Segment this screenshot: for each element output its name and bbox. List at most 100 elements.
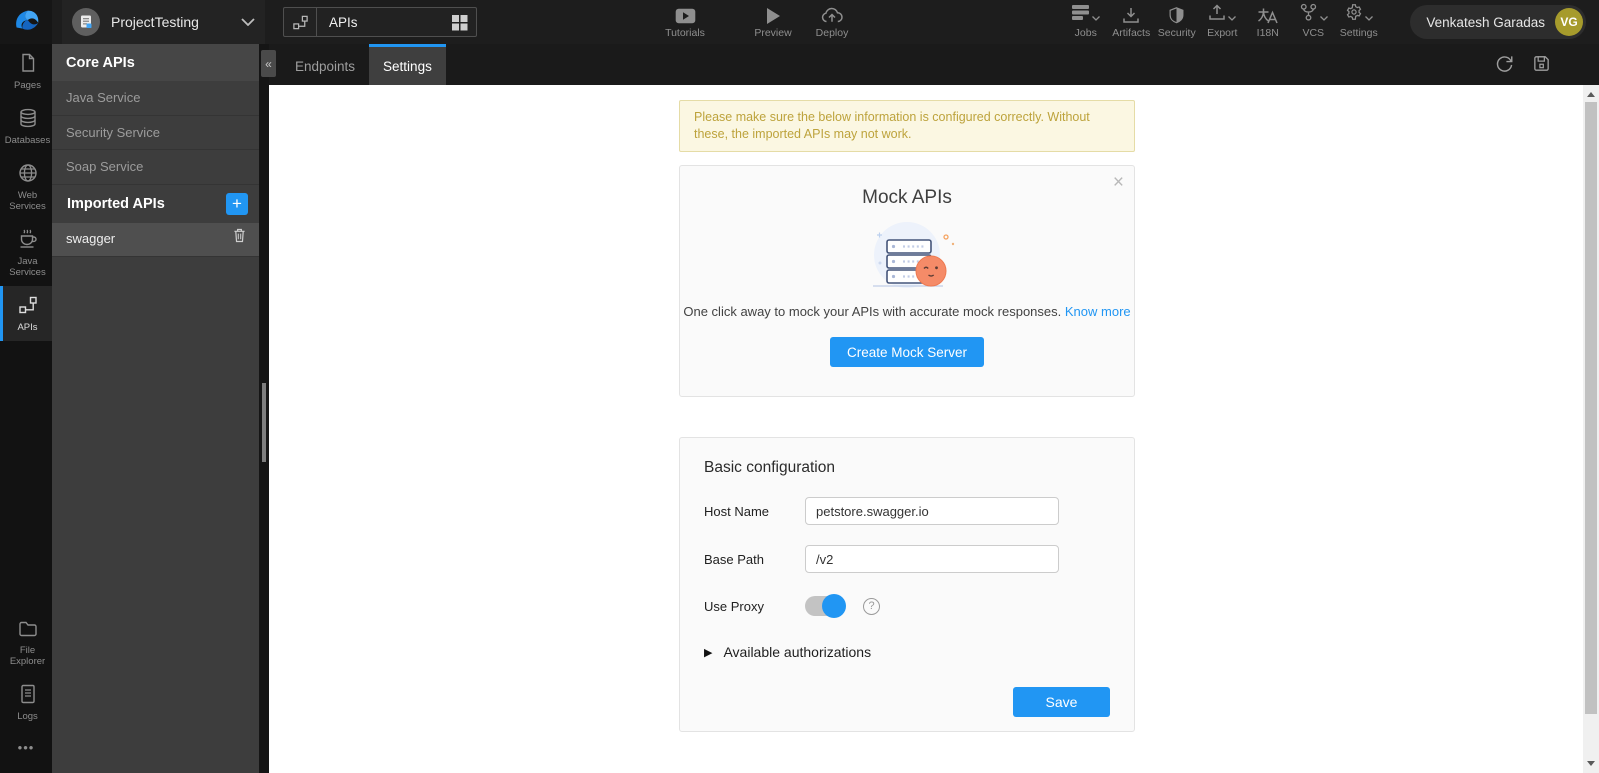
help-icon[interactable]: ? xyxy=(863,597,880,615)
deploy-button[interactable]: Deploy xyxy=(807,0,857,44)
sidebar-item-web-services[interactable]: Web Services xyxy=(0,154,52,220)
panel-collapse-button[interactable]: « xyxy=(261,50,276,77)
create-mock-server-button[interactable]: Create Mock Server xyxy=(829,337,985,367)
chevron-down-icon xyxy=(1092,12,1101,24)
project-switcher[interactable]: ProjectTesting xyxy=(62,0,265,44)
chevron-down-icon xyxy=(1364,12,1373,24)
chevron-down-icon xyxy=(241,13,255,31)
deploy-cloud-icon xyxy=(821,6,843,24)
page-document-icon xyxy=(18,53,38,76)
panel-scrollbar xyxy=(259,44,269,773)
avatar: VG xyxy=(1555,8,1583,36)
app-window: ProjectTesting APIs Tutorials Preview De… xyxy=(0,0,1599,773)
artifacts-button[interactable]: Artifacts xyxy=(1109,0,1155,44)
sidebar-item-logs[interactable]: Logs xyxy=(0,675,52,730)
api-node-icon xyxy=(18,295,38,318)
mock-description: One click away to mock your APIs with ac… xyxy=(683,304,1131,319)
save-button[interactable]: Save xyxy=(1013,687,1110,717)
list-item-java-service[interactable]: Java Service xyxy=(52,81,259,116)
wave-logo-icon xyxy=(11,5,41,40)
base-path-label: Base Path xyxy=(704,551,764,567)
sidebar-item-apis[interactable]: APIs xyxy=(0,286,52,341)
close-icon[interactable]: × xyxy=(1113,170,1124,197)
save-file-button[interactable] xyxy=(1532,54,1551,76)
list-item-swagger[interactable]: swagger xyxy=(52,222,259,257)
available-authorizations-label: Available authorizations xyxy=(723,644,872,660)
grid-menu-icon[interactable] xyxy=(451,14,476,31)
tab-bar: Endpoints Settings xyxy=(269,44,1599,85)
expand-arrow-icon: ▶ xyxy=(704,646,713,659)
sidebar-item-pages[interactable]: Pages xyxy=(0,44,52,99)
tabbar-actions xyxy=(1494,44,1599,85)
chevron-down-icon xyxy=(1228,12,1237,24)
mock-apis-card: × Mock APIs One click away to mock your … xyxy=(679,165,1135,397)
panel-scrollbar-thumb[interactable] xyxy=(262,383,266,462)
basic-configuration-card: Basic configuration Host Name Base Path … xyxy=(679,437,1135,732)
base-path-row: Base Path xyxy=(704,545,1110,573)
available-authorizations-toggle[interactable]: ▶ Available authorizations xyxy=(704,644,1110,660)
tutorials-button[interactable]: Tutorials xyxy=(645,0,725,44)
export-button[interactable]: Export xyxy=(1200,0,1246,44)
preview-icon xyxy=(766,6,780,24)
sidebar-item-java-services[interactable]: Java Services xyxy=(0,220,52,286)
know-more-link[interactable]: Know more xyxy=(1065,304,1131,319)
refresh-button[interactable] xyxy=(1494,53,1515,77)
top-bar: ProjectTesting APIs Tutorials Preview De… xyxy=(0,0,1599,44)
preview-button[interactable]: Preview xyxy=(743,0,803,44)
use-proxy-row: Use Proxy ? xyxy=(704,594,1110,618)
user-name: Venkatesh Garadas xyxy=(1426,14,1545,30)
user-menu[interactable]: Venkatesh Garadas VG xyxy=(1410,5,1586,39)
globe-icon xyxy=(18,163,38,186)
app-logo[interactable] xyxy=(0,0,52,44)
sidebar-item-databases[interactable]: Databases xyxy=(0,99,52,154)
resource-selector[interactable]: APIs xyxy=(283,7,477,37)
refresh-icon xyxy=(1494,53,1515,77)
basic-configuration-title: Basic configuration xyxy=(704,459,835,476)
api-node-icon xyxy=(284,8,317,36)
tab-endpoints[interactable]: Endpoints xyxy=(281,44,369,85)
tutorials-icon xyxy=(675,6,696,24)
base-path-input[interactable] xyxy=(805,545,1059,573)
logs-document-icon xyxy=(19,684,37,707)
settings-content: Please make sure the below information i… xyxy=(269,85,1599,773)
jobs-button[interactable]: Jobs xyxy=(1063,0,1109,44)
branch-icon xyxy=(1299,3,1318,24)
host-name-label: Host Name xyxy=(704,503,770,519)
vertical-scrollbar[interactable] xyxy=(1583,85,1599,773)
list-item-security-service[interactable]: Security Service xyxy=(52,116,259,150)
resource-selector-value: APIs xyxy=(329,14,358,30)
host-name-input[interactable] xyxy=(805,497,1059,525)
use-proxy-toggle[interactable] xyxy=(805,594,846,618)
database-icon xyxy=(18,108,38,131)
rail-spacer xyxy=(0,341,52,611)
vcs-button[interactable]: VCS xyxy=(1291,0,1337,44)
shield-icon xyxy=(1168,6,1185,24)
folder-icon xyxy=(18,620,38,641)
i18n-button[interactable]: I18N xyxy=(1245,0,1291,44)
artifacts-download-icon xyxy=(1122,6,1140,24)
mock-apis-title: Mock APIs xyxy=(862,187,952,208)
imported-apis-header: Imported APIs + xyxy=(52,185,259,223)
settings-button[interactable]: Settings xyxy=(1336,0,1382,44)
tab-settings[interactable]: Settings xyxy=(369,44,446,85)
scroll-down-arrow[interactable] xyxy=(1587,761,1595,766)
topbar-right-actions: Jobs Artifacts Security Export I18N VCS … xyxy=(1063,0,1382,44)
project-name: ProjectTesting xyxy=(111,14,199,30)
main-area: Endpoints Settings Please make sure the … xyxy=(269,44,1599,773)
list-item-soap-service[interactable]: Soap Service xyxy=(52,150,259,185)
export-icon xyxy=(1208,3,1226,24)
gear-icon xyxy=(1345,3,1363,24)
security-button[interactable]: Security xyxy=(1154,0,1200,44)
add-api-button[interactable]: + xyxy=(226,192,248,215)
translate-icon xyxy=(1257,6,1278,24)
project-icon xyxy=(72,8,100,36)
use-proxy-label: Use Proxy xyxy=(704,598,764,614)
sidebar-item-file-explorer[interactable]: File Explorer xyxy=(0,611,52,675)
trash-icon[interactable] xyxy=(233,222,246,257)
toggle-knob xyxy=(822,594,846,618)
save-floppy-icon xyxy=(1532,54,1551,76)
more-options-button[interactable]: ••• xyxy=(0,730,52,773)
scroll-up-arrow[interactable] xyxy=(1587,92,1595,97)
scrollbar-thumb[interactable] xyxy=(1585,102,1597,714)
host-name-row: Host Name xyxy=(704,497,1110,525)
